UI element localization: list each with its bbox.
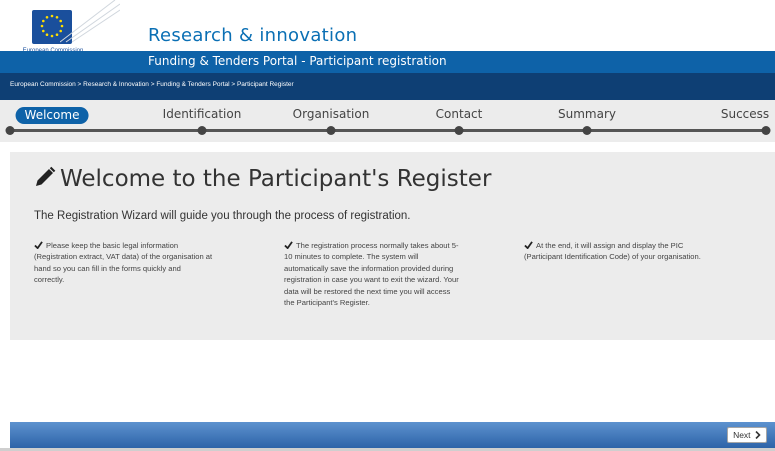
next-button-label: Next bbox=[733, 430, 751, 440]
info-column-duration: The registration process normally takes … bbox=[284, 240, 519, 308]
step-identification[interactable]: Identification bbox=[163, 107, 242, 121]
step-summary[interactable]: Summary bbox=[558, 107, 616, 121]
step-dot bbox=[197, 126, 207, 135]
info-line: data will be restored the next time you … bbox=[284, 286, 451, 296]
breadcrumb-text[interactable]: European Commission > Research & Innovat… bbox=[10, 81, 294, 88]
check-icon bbox=[524, 241, 533, 249]
page-intro: The Registration Wizard will guide you t… bbox=[34, 210, 411, 222]
portal-title-bar: Funding & Tenders Portal - Participant r… bbox=[0, 51, 775, 73]
step-dot bbox=[582, 126, 592, 135]
info-line: At the end, it will assign and display t… bbox=[524, 240, 764, 251]
portal-title: Funding & Tenders Portal - Participant r… bbox=[148, 54, 447, 68]
breadcrumb: European Commission > Research & Innovat… bbox=[0, 73, 775, 100]
info-line: correctly. bbox=[34, 275, 65, 285]
info-column-pic: At the end, it will assign and display t… bbox=[524, 240, 764, 263]
chevron-right-icon bbox=[755, 430, 761, 440]
info-line: Please keep the basic legal information bbox=[34, 240, 269, 251]
step-dot bbox=[326, 126, 336, 135]
wizard-footer-bar bbox=[10, 422, 775, 448]
site-header: European Commission Research & innovatio… bbox=[0, 0, 775, 54]
wizard-steps: Welcome Identification Organisation Cont… bbox=[0, 100, 775, 142]
info-line: automatically save the information provi… bbox=[284, 263, 454, 273]
steps-progress-line bbox=[10, 129, 766, 132]
step-dot bbox=[761, 126, 771, 135]
page-title: Welcome to the Participant's Register bbox=[60, 166, 492, 192]
info-line: the Participant's Register. bbox=[284, 298, 370, 308]
pencil-icon bbox=[36, 166, 56, 186]
step-contact[interactable]: Contact bbox=[436, 107, 483, 121]
next-button[interactable]: Next bbox=[727, 427, 767, 443]
step-dot bbox=[5, 126, 15, 135]
step-dot bbox=[454, 126, 464, 135]
site-title[interactable]: Research & innovation bbox=[148, 25, 357, 46]
info-line: (Registration extract, VAT data) of the … bbox=[34, 252, 213, 262]
info-line: 10 minutes to complete. The system will bbox=[284, 252, 419, 262]
step-success[interactable]: Success bbox=[721, 107, 769, 121]
welcome-panel: Welcome to the Participant's Register Th… bbox=[10, 152, 775, 340]
check-icon bbox=[34, 241, 43, 249]
info-line: The registration process normally takes … bbox=[284, 240, 519, 251]
step-organisation[interactable]: Organisation bbox=[293, 107, 370, 121]
info-line: registration in case you want to exit th… bbox=[284, 275, 459, 285]
info-line: hand so you can fill in the forms quickl… bbox=[34, 263, 181, 273]
logo-decoration bbox=[60, 0, 120, 43]
check-icon bbox=[284, 241, 293, 249]
info-line: (Participant Identification Code) of you… bbox=[524, 252, 701, 262]
info-column-legal: Please keep the basic legal information … bbox=[34, 240, 269, 286]
step-welcome[interactable]: Welcome bbox=[15, 107, 89, 124]
